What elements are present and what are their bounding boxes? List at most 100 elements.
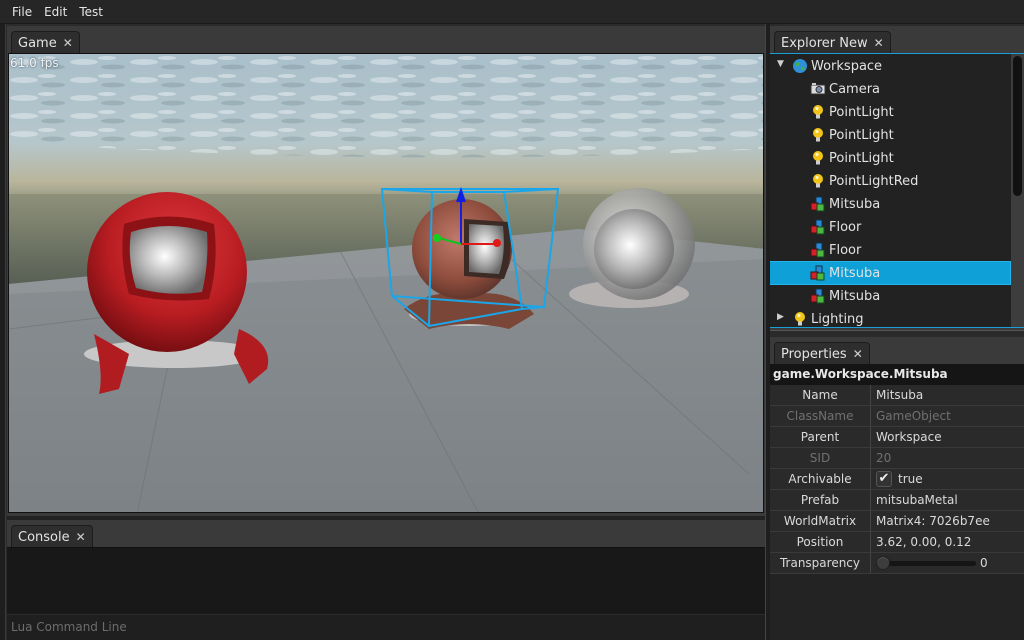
tab-properties-label: Properties: [781, 346, 847, 362]
tab-console-label: Console: [18, 529, 70, 545]
tree-item-label: Floor: [829, 242, 862, 258]
tab-game[interactable]: Game ✕: [11, 31, 80, 54]
property-name: ClassName: [770, 406, 871, 426]
game-panel: Game ✕ 61.0 fps: [7, 26, 765, 516]
light-bulb-icon: [810, 127, 826, 143]
property-value: GameObject: [876, 409, 951, 423]
light-bulb-icon: [810, 173, 826, 189]
property-row-classname: ClassName GameObject: [770, 406, 1024, 427]
menu-edit[interactable]: Edit: [38, 5, 73, 19]
close-icon[interactable]: ✕: [63, 36, 73, 50]
tree-item-floor[interactable]: Floor: [770, 239, 1010, 261]
close-icon[interactable]: ✕: [874, 36, 884, 50]
tree-item-pointlight[interactable]: PointLight: [770, 147, 1010, 169]
tab-properties[interactable]: Properties ✕: [774, 342, 870, 365]
lua-command-input[interactable]: Lua Command Line: [7, 614, 765, 640]
property-row-archivable: Archivable ✔ true: [770, 469, 1024, 490]
slider-value: 0: [980, 556, 988, 570]
game-object-icon: [810, 219, 826, 235]
light-bulb-icon: [810, 150, 826, 166]
tree-item-label: Camera: [829, 81, 881, 97]
property-name: Name: [770, 385, 871, 405]
light-bulb-icon: [810, 104, 826, 120]
explorer-panel: Explorer New ✕ ▼ Workspace Camera PointLigh…: [770, 26, 1024, 330]
property-name: Transparency: [770, 553, 871, 573]
game-object-icon: [810, 196, 826, 212]
property-row-name: Name Mitsuba: [770, 385, 1024, 406]
property-name: Parent: [770, 427, 871, 447]
console-panel: Console ✕ Lua Command Line: [7, 520, 765, 640]
menu-test[interactable]: Test: [73, 5, 109, 19]
archivable-checkbox[interactable]: ✔: [876, 471, 892, 487]
game-object-icon: [810, 288, 826, 304]
tree-item-lighting[interactable]: ▶ Lighting: [770, 308, 1010, 327]
property-name: SID: [770, 448, 871, 468]
property-value[interactable]: Matrix4: 7026b7ee: [876, 511, 990, 531]
property-value: 20: [876, 451, 892, 465]
object-path: game.Workspace.Mitsuba: [770, 364, 1024, 385]
property-row-position: Position 3.62, 0.00, 0.12: [770, 532, 1024, 553]
property-grid: Name Mitsuba ClassName GameObject Parent Work…: [770, 385, 1024, 640]
tree-item-mitsuba[interactable]: Mitsuba: [770, 285, 1010, 307]
tab-console[interactable]: Console ✕: [11, 525, 93, 548]
console-tabstrip: Console ✕: [7, 520, 765, 548]
tree-item-pointlightred[interactable]: PointLightRed: [770, 170, 1010, 192]
left-dock-edge: [0, 24, 6, 640]
property-value[interactable]: mitsubaMetal: [876, 490, 958, 510]
game-viewport[interactable]: 61.0 fps: [8, 53, 764, 513]
close-icon[interactable]: ✕: [853, 347, 863, 361]
collapse-arrow-icon[interactable]: ▶: [777, 312, 784, 322]
explorer-scrollbar[interactable]: [1011, 54, 1024, 327]
menu-bar: File Edit Test: [0, 0, 1024, 24]
property-value[interactable]: Mitsuba: [876, 385, 923, 405]
fps-counter: 61.0 fps: [10, 56, 59, 70]
explorer-tabstrip: Explorer New ✕: [770, 26, 1024, 54]
tree-item-label: PointLight: [829, 127, 894, 143]
slider-handle[interactable]: [876, 556, 890, 570]
tree-item-workspace[interactable]: ▼ Workspace: [770, 55, 1010, 77]
tab-game-label: Game: [18, 35, 57, 51]
property-row-parent: Parent Workspace: [770, 427, 1024, 448]
right-splitter[interactable]: [770, 330, 1024, 337]
tree-item-label: PointLightRed: [829, 173, 919, 189]
camera-icon: [810, 81, 826, 97]
light-bulb-icon: [792, 311, 808, 327]
property-value[interactable]: Workspace: [876, 427, 942, 447]
property-name: Position: [770, 532, 871, 552]
property-row-sid: SID 20: [770, 448, 1024, 469]
tree-item-mitsuba[interactable]: Mitsuba: [770, 193, 1010, 215]
scrollbar-thumb[interactable]: [1013, 56, 1022, 196]
tab-explorer[interactable]: Explorer New ✕: [774, 31, 891, 54]
transparency-slider[interactable]: [878, 561, 976, 566]
tree-item-floor[interactable]: Floor: [770, 216, 1010, 238]
property-row-transparency: Transparency 0: [770, 553, 1024, 574]
scene-render: [9, 54, 763, 512]
property-name: Prefab: [770, 490, 871, 510]
property-value[interactable]: 3.62, 0.00, 0.12: [876, 532, 971, 552]
tree-item-pointlight[interactable]: PointLight: [770, 124, 1010, 146]
properties-tabstrip: Properties ✕: [770, 337, 1024, 365]
tree-item-label: Mitsuba: [829, 265, 881, 281]
tree-item-label: PointLight: [829, 104, 894, 120]
close-icon[interactable]: ✕: [76, 530, 86, 544]
properties-panel: Properties ✕ game.Workspace.Mitsuba Name…: [770, 337, 1024, 640]
explorer-tree: ▼ Workspace Camera PointLight PointLight Poin…: [770, 53, 1024, 328]
tab-explorer-label: Explorer New: [781, 35, 868, 51]
property-row-worldmatrix: WorldMatrix Matrix4: 7026b7ee: [770, 511, 1024, 532]
menu-file[interactable]: File: [6, 5, 38, 19]
property-row-prefab: Prefab mitsubaMetal: [770, 490, 1024, 511]
tree-item-pointlight[interactable]: PointLight: [770, 101, 1010, 123]
game-object-icon: [810, 242, 826, 258]
console-output: [7, 547, 765, 614]
game-object-icon: [810, 265, 826, 281]
expand-arrow-icon[interactable]: ▼: [777, 59, 784, 69]
tree-item-mitsuba[interactable]: Mitsuba: [770, 261, 1011, 285]
tree-item-label: Mitsuba: [829, 288, 881, 304]
tree-item-label: Floor: [829, 219, 862, 235]
tree-item-label: Lighting: [811, 311, 864, 327]
tree-item-label: Mitsuba: [829, 196, 881, 212]
property-value: true: [898, 472, 923, 486]
globe-icon: [792, 58, 808, 74]
property-name: Archivable: [770, 469, 871, 489]
tree-item-camera[interactable]: Camera: [770, 78, 1010, 100]
